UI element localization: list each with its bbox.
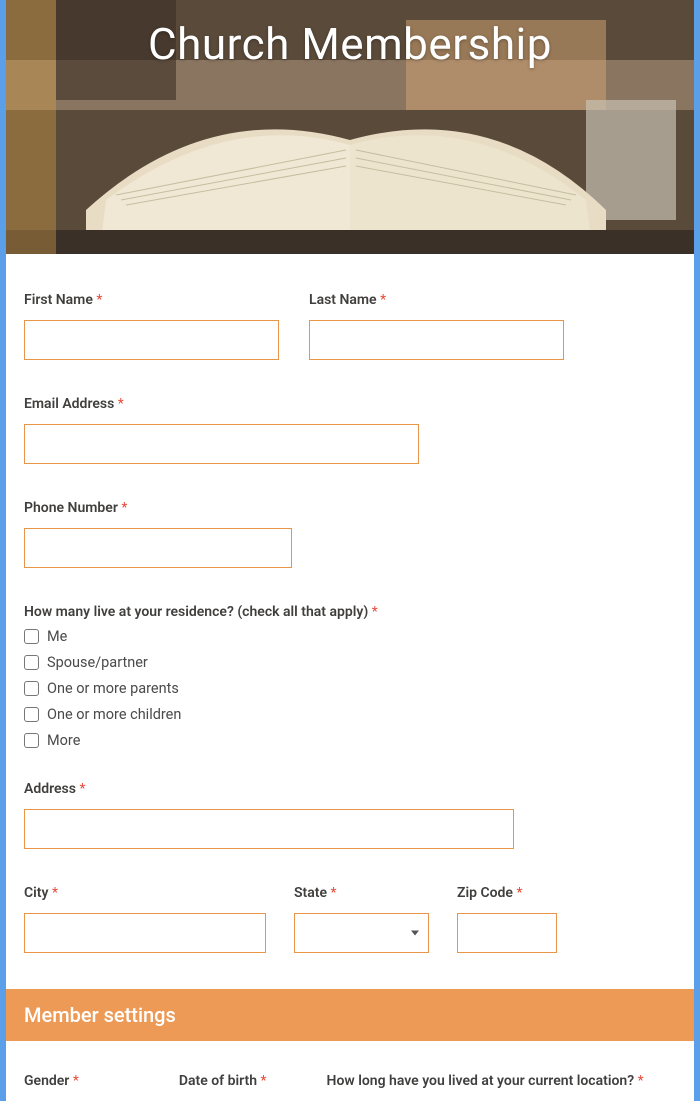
last-name-label: Last Name * xyxy=(309,292,564,308)
hero-banner: Church Membership xyxy=(6,0,694,254)
residence-option-label: Spouse/partner xyxy=(47,654,148,671)
residence-checkbox-0[interactable] xyxy=(24,629,39,644)
member-settings-header: Member settings xyxy=(6,989,694,1041)
state-label: State * xyxy=(294,885,429,901)
page-title: Church Membership xyxy=(6,18,694,70)
zip-input[interactable] xyxy=(457,913,557,953)
residence-checkbox-3[interactable] xyxy=(24,707,39,722)
residence-option: One or more children xyxy=(24,706,676,723)
residence-checkbox-4[interactable] xyxy=(24,733,39,748)
residence-label: How many live at your residence? (check … xyxy=(24,604,676,620)
first-name-input[interactable] xyxy=(24,320,279,360)
residence-option: One or more parents xyxy=(24,680,676,697)
state-select[interactable] xyxy=(294,913,429,953)
email-label: Email Address * xyxy=(24,396,419,412)
how-long-label: How long have you lived at your current … xyxy=(327,1073,644,1089)
residence-checkbox-2[interactable] xyxy=(24,681,39,696)
email-input[interactable] xyxy=(24,424,419,464)
zip-label: Zip Code * xyxy=(457,885,557,901)
gender-label: Gender * xyxy=(24,1073,79,1089)
residence-option-label: More xyxy=(47,732,80,749)
address-label: Address * xyxy=(24,781,514,797)
residence-checkbox-1[interactable] xyxy=(24,655,39,670)
residence-option-label: Me xyxy=(47,628,67,645)
first-name-label: First Name * xyxy=(24,292,279,308)
residence-option: Me xyxy=(24,628,676,645)
city-input[interactable] xyxy=(24,913,266,953)
residence-option-label: One or more parents xyxy=(47,680,179,697)
address-input[interactable] xyxy=(24,809,514,849)
city-label: City * xyxy=(24,885,266,901)
last-name-input[interactable] xyxy=(309,320,564,360)
residence-option: Spouse/partner xyxy=(24,654,676,671)
dob-label: Date of birth * xyxy=(179,1073,267,1089)
phone-input[interactable] xyxy=(24,528,292,568)
residence-option: More xyxy=(24,732,676,749)
phone-label: Phone Number * xyxy=(24,500,292,516)
residence-option-label: One or more children xyxy=(47,706,181,723)
